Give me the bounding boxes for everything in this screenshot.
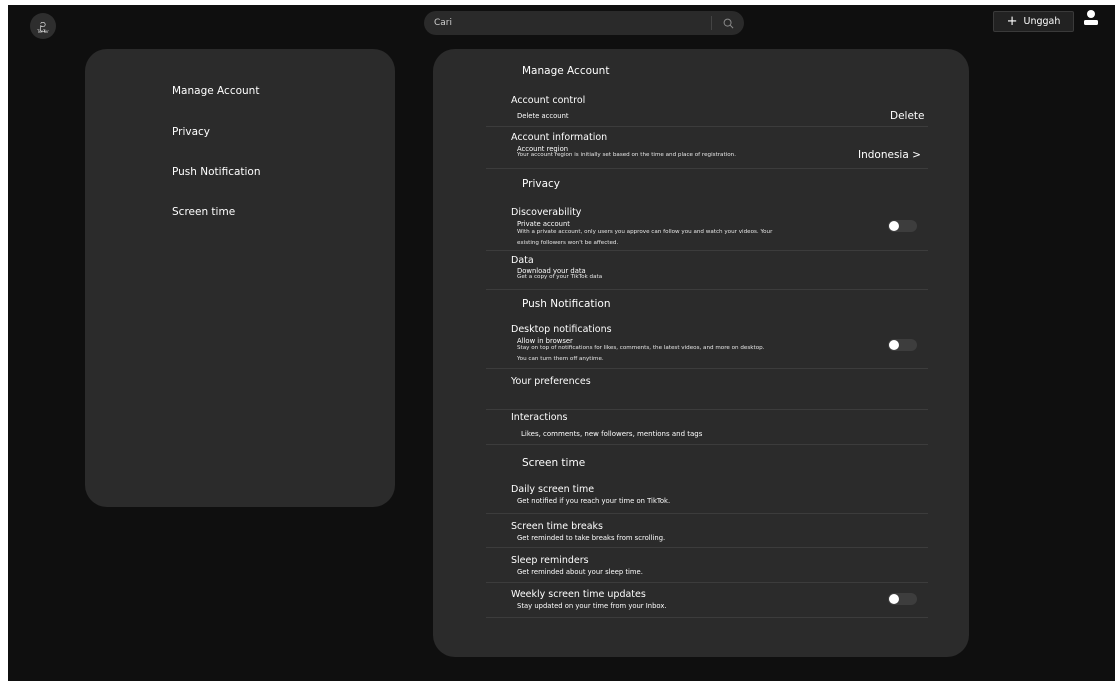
divider [486, 617, 928, 618]
interactions-description[interactable]: Likes, comments, new followers, mentions… [521, 430, 702, 438]
your-preferences-title: Your preferences [511, 376, 591, 387]
screen-time-breaks-description: Get reminded to take breaks from scrolli… [517, 534, 666, 542]
user-icon[interactable] [1082, 9, 1100, 27]
divider [486, 368, 928, 369]
toggle-knob [889, 221, 899, 231]
data-title: Data [511, 255, 534, 266]
account-information-title: Account information [511, 132, 608, 143]
private-account-description: With a private account, only users you a… [517, 228, 877, 248]
logo-mark-icon: ဥ [39, 17, 47, 30]
section-heading-screen-time: Screen time [522, 457, 586, 469]
desktop-notifications-description-line2: You can turn them off anytime. [517, 356, 604, 362]
divider [486, 168, 928, 169]
delete-account-button[interactable]: Delete [890, 110, 925, 122]
weekly-updates-title: Weekly screen time updates [511, 589, 646, 600]
search-icon [723, 18, 733, 28]
divider [486, 289, 928, 290]
account-control-title: Account control [511, 95, 586, 106]
divider [486, 582, 928, 583]
toggle-knob [889, 594, 899, 604]
account-region-description: Your account region is initially set bas… [517, 152, 736, 158]
settings-content: Manage Account Account control Delete ac… [433, 49, 969, 657]
search-input[interactable] [424, 10, 711, 36]
app-logo[interactable]: ဥ TerTer [30, 13, 56, 39]
weekly-updates-description: Stay updated on your time from your Inbo… [517, 602, 667, 610]
sidebar-item-manage-account[interactable]: Manage Account [172, 85, 259, 97]
account-region-select[interactable]: Indonesia > [858, 149, 921, 161]
divider [486, 250, 928, 251]
private-account-description-line2: existing followers won't be affected. [517, 240, 619, 246]
private-account-label: Private account [517, 220, 570, 228]
app-frame: ဥ TerTer + Unggah Manage Account Privacy… [8, 5, 1115, 681]
desktop-notifications-description: Stay on top of notifications for likes, … [517, 344, 877, 364]
desktop-notifications-title: Desktop notifications [511, 324, 612, 335]
toggle-knob [889, 340, 899, 350]
search-bar [424, 10, 744, 36]
section-heading-privacy: Privacy [522, 178, 561, 190]
private-account-description-line1: With a private account, only users you a… [517, 229, 773, 235]
private-account-toggle[interactable] [888, 220, 917, 232]
upload-button[interactable]: + Unggah [993, 11, 1074, 32]
section-heading-manage-account: Manage Account [522, 65, 610, 77]
weekly-updates-toggle[interactable] [888, 593, 917, 605]
sidebar-item-push-notification[interactable]: Push Notification [172, 166, 261, 178]
plus-icon: + [1006, 14, 1018, 29]
divider [486, 126, 928, 127]
desktop-notifications-description-line1: Stay on top of notifications for likes, … [517, 345, 765, 351]
interactions-title: Interactions [511, 412, 568, 423]
discoverability-title: Discoverability [511, 207, 582, 218]
sleep-reminders-title[interactable]: Sleep reminders [511, 555, 589, 566]
search-button[interactable] [712, 11, 744, 35]
divider [486, 513, 928, 514]
divider [486, 444, 928, 445]
section-heading-push-notification: Push Notification [522, 298, 611, 310]
upload-label: Unggah [1023, 16, 1061, 27]
daily-screen-time-description: Get notified if you reach your time on T… [517, 497, 671, 505]
screen-time-breaks-title[interactable]: Screen time breaks [511, 521, 603, 532]
divider [486, 409, 928, 410]
divider [486, 547, 928, 548]
daily-screen-time-title[interactable]: Daily screen time [511, 484, 594, 495]
sidebar-item-privacy[interactable]: Privacy [172, 126, 210, 138]
logo-text: TerTer [37, 29, 49, 34]
download-data-description: Get a copy of your TikTok data [517, 274, 603, 280]
sleep-reminders-description: Get reminded about your sleep time. [517, 568, 643, 576]
sidebar-item-screen-time[interactable]: Screen time [172, 206, 235, 218]
settings-sidebar: Manage Account Privacy Push Notification… [85, 49, 395, 507]
allow-in-browser-toggle[interactable] [888, 339, 917, 351]
delete-account-label: Delete account [517, 112, 569, 120]
